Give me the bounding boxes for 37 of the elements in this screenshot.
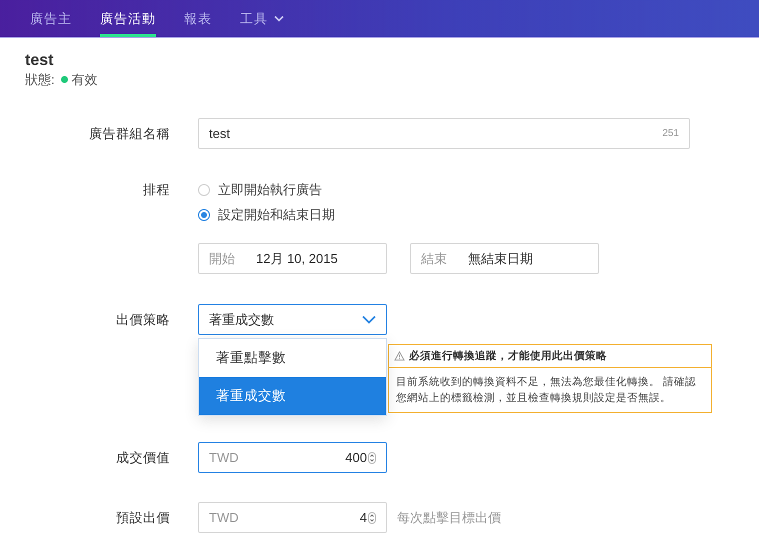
character-counter: 251 (662, 128, 679, 139)
end-date-field[interactable]: 結束 無結束日期 (410, 243, 599, 274)
field-label: 出價策略 (115, 310, 170, 328)
field-label: 成交價值 (115, 448, 170, 466)
start-date-field[interactable]: 開始 12月 10, 2015 (198, 243, 387, 274)
radio-label[interactable]: 立即開始執行廣告 (218, 180, 322, 198)
nav-tab[interactable]: 工具 (240, 0, 284, 37)
spinner-icon[interactable] (368, 452, 376, 464)
status-dot (60, 76, 68, 83)
status-label: 狀態: (25, 71, 55, 88)
spinner-icon[interactable] (368, 512, 376, 524)
status-text: 有效 (72, 71, 98, 88)
nav-tab[interactable]: 廣告主 (30, 0, 72, 37)
default-bid-field[interactable]: TWD 4 (198, 502, 387, 533)
nav-tab[interactable]: 廣告活動 (100, 0, 156, 37)
field-label: 預設出價 (115, 508, 170, 526)
warning-message: 目前系統收到的轉換資料不足，無法為您最佳化轉換。 請確認您網站上的標籤檢測，並且檢查轉換規則設定是否無誤。 (395, 375, 697, 406)
radio-button[interactable] (198, 184, 210, 196)
currency-label: TWD (209, 450, 239, 465)
currency-label: TWD (209, 510, 239, 525)
field-prefix: 結束 (421, 250, 448, 268)
field-label: 排程 (142, 181, 170, 199)
bid-strategy-select[interactable]: 著重成交數 (198, 304, 387, 335)
field-label: 廣告群組名稱 (88, 124, 170, 142)
nav-tab[interactable]: 報表 (184, 0, 212, 37)
hint-text: 每次點擊目標出價 (397, 508, 501, 526)
radio-button[interactable] (198, 208, 210, 220)
chevron-down-icon (362, 315, 376, 324)
campaign-title: test (25, 52, 54, 70)
conversion-value-field[interactable]: TWD 400 (198, 442, 387, 473)
name-field[interactable]: test 251 (198, 118, 690, 149)
warning-icon (394, 351, 405, 361)
dropdown-option[interactable]: 著重成交數 (199, 377, 386, 415)
radio-label[interactable]: 設定開始和結束日期 (218, 206, 335, 224)
field-prefix: 開始 (209, 250, 236, 268)
warning-title: 必須進行轉換追蹤，才能使用此出價策略 (409, 349, 607, 363)
dropdown-option[interactable]: 著重點擊數 (199, 339, 386, 377)
